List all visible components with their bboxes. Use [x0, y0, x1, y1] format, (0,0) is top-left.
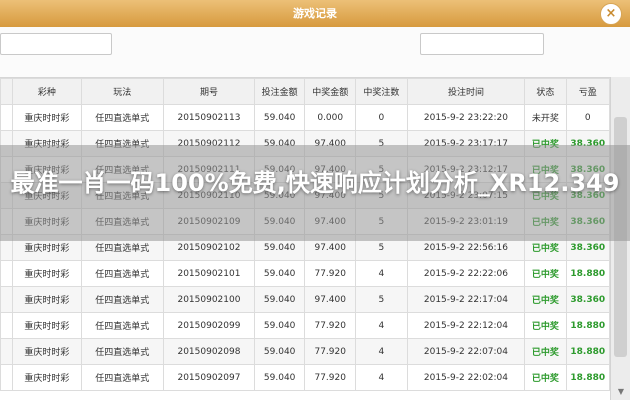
table-cell: 4	[355, 312, 408, 339]
table-cell: 20150902101	[163, 260, 255, 287]
game-record-window: 游戏记录 × 彩种 玩法 期号 投注金额 中奖金额 中奖注数 投注时间 状态 亏…	[0, 0, 630, 400]
table-cell: 20150902097	[163, 364, 255, 391]
table-cell: 20150902100	[163, 286, 255, 313]
table-cell: 未开奖	[524, 104, 567, 131]
table-cell: 77.920	[304, 260, 357, 287]
table-cell: 2015-9-2 22:02:04	[406, 364, 526, 391]
table-cell: 2015-9-2 22:17:04	[406, 286, 526, 313]
table-cell: 38.360	[565, 286, 611, 313]
table-cell: 重庆时时彩	[12, 312, 82, 339]
table-cell: 59.040	[253, 104, 306, 131]
table-cell: 任四直选单式	[80, 286, 165, 313]
header-cell[interactable]: 中奖注数	[355, 78, 408, 105]
table-cell: 已中奖	[524, 312, 567, 339]
row-lead-cell	[0, 260, 14, 287]
table-cell: 4	[355, 338, 408, 365]
table-cell: 重庆时时彩	[12, 338, 82, 365]
table-cell: 任四直选单式	[80, 364, 165, 391]
table-row[interactable]: 重庆时时彩 任四直选单式 20150902100 59.040 97.400 5 2015-…	[0, 286, 611, 313]
header-cell[interactable]: 投注金额	[253, 78, 306, 105]
table-cell: 任四直选单式	[80, 104, 165, 131]
filter-input-right[interactable]	[420, 33, 544, 55]
filter-input-left[interactable]	[0, 33, 112, 55]
scroll-down-arrow-icon[interactable]: ▼	[611, 384, 630, 400]
table-cell: 18.880	[565, 338, 611, 365]
title-bar: 游戏记录 ×	[0, 0, 630, 28]
close-button[interactable]: ×	[600, 3, 622, 25]
row-lead-cell	[0, 286, 14, 313]
table-cell: 59.040	[253, 364, 306, 391]
row-lead-cell	[0, 364, 14, 391]
row-lead-cell	[0, 338, 14, 365]
table-cell: 任四直选单式	[80, 338, 165, 365]
row-lead-cell	[0, 312, 14, 339]
table-cell: 重庆时时彩	[12, 364, 82, 391]
table-cell: 已中奖	[524, 338, 567, 365]
header-cell[interactable]: 中奖金额	[304, 78, 357, 105]
table-cell: 已中奖	[524, 260, 567, 287]
filter-bar	[0, 27, 630, 77]
table-row[interactable]: 重庆时时彩 任四直选单式 20150902101 59.040 77.920 4 2015-…	[0, 260, 611, 287]
table-cell: 4	[355, 364, 408, 391]
table-cell: 97.400	[304, 286, 357, 313]
header-cell[interactable]: 彩种	[12, 78, 82, 105]
table-cell: 重庆时时彩	[12, 104, 82, 131]
table-cell: 59.040	[253, 260, 306, 287]
table-cell: 18.880	[565, 312, 611, 339]
table-cell: 2015-9-2 23:22:20	[406, 104, 526, 131]
table-cell: 重庆时时彩	[12, 286, 82, 313]
header-cell[interactable]: 投注时间	[406, 78, 526, 105]
table-cell: 59.040	[253, 312, 306, 339]
header-cell[interactable]: 期号	[163, 78, 255, 105]
table-cell: 已中奖	[524, 286, 567, 313]
table-row[interactable]: 重庆时时彩 任四直选单式 20150902099 59.040 77.920 4 2015-…	[0, 312, 611, 339]
table-cell: 已中奖	[524, 364, 567, 391]
table-row[interactable]: 重庆时时彩 任四直选单式 20150902113 59.040 0.000 0 2015-9…	[0, 104, 611, 131]
table-cell: 5	[355, 286, 408, 313]
table-row[interactable]: 重庆时时彩 任四直选单式 20150902097 59.040 77.920 4 2015-…	[0, 364, 611, 391]
table-cell: 18.880	[565, 260, 611, 287]
header-cell[interactable]: 状态	[524, 78, 567, 105]
banner-text: 最准一肖一码100%免费,快速响应计划分析_XR12.349	[10, 169, 620, 197]
table-cell: 18.880	[565, 364, 611, 391]
header-cell[interactable]: 玩法	[80, 78, 165, 105]
table-cell: 任四直选单式	[80, 260, 165, 287]
table-cell: 0	[355, 104, 408, 131]
table-cell: 0.000	[304, 104, 357, 131]
table-cell: 2015-9-2 22:07:04	[406, 338, 526, 365]
table-cell: 77.920	[304, 338, 357, 365]
table-row[interactable]: 重庆时时彩 任四直选单式 20150902098 59.040 77.920 4 2015-…	[0, 338, 611, 365]
table-cell: 重庆时时彩	[12, 260, 82, 287]
table-cell: 2015-9-2 22:12:04	[406, 312, 526, 339]
table-header-row: 彩种 玩法 期号 投注金额 中奖金额 中奖注数 投注时间 状态 亏盈	[0, 78, 611, 105]
table-cell: 4	[355, 260, 408, 287]
table-cell: 77.920	[304, 312, 357, 339]
header-cell[interactable]: 亏盈	[565, 78, 611, 105]
table-cell: 20150902099	[163, 312, 255, 339]
window-title: 游戏记录	[293, 7, 337, 20]
table-cell: 59.040	[253, 338, 306, 365]
table-cell: 20150902098	[163, 338, 255, 365]
header-cell-blank	[0, 78, 14, 105]
table-cell: 0	[565, 104, 611, 131]
table-cell: 2015-9-2 22:22:06	[406, 260, 526, 287]
table-cell: 20150902113	[163, 104, 255, 131]
table-cell: 任四直选单式	[80, 312, 165, 339]
row-lead-cell	[0, 104, 14, 131]
table-cell: 59.040	[253, 286, 306, 313]
table-cell: 77.920	[304, 364, 357, 391]
